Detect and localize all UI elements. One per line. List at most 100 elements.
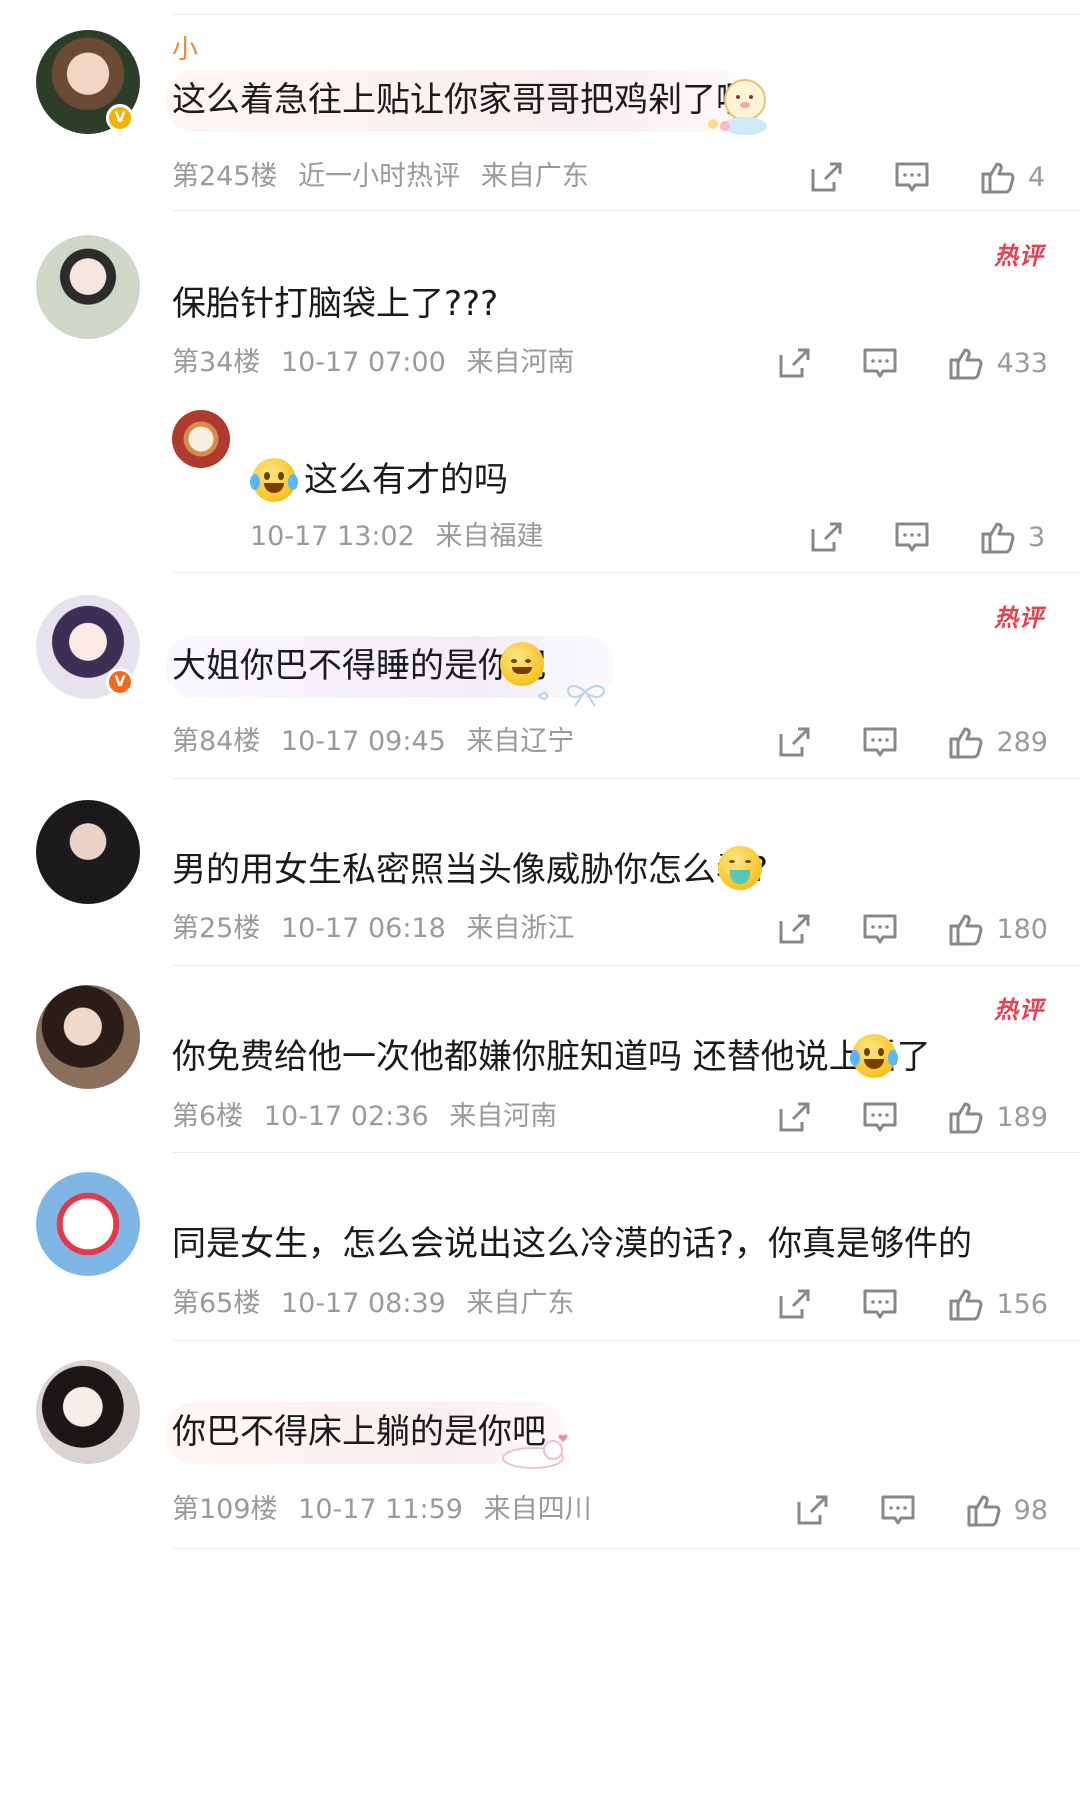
timestamp: 10-17 06:18: [280, 913, 446, 944]
comment-meta: 第6楼 10-17 02:36 来自河南: [172, 1100, 569, 1134]
comment-meta: 第245楼 近一小时热评 来自广东: [172, 160, 601, 194]
thumbs-up-icon: [949, 1102, 983, 1134]
vomit-emoji-icon: [718, 846, 762, 890]
location: 来自浙江: [466, 913, 575, 944]
thumbs-up-icon: [967, 1495, 1001, 1527]
floor-number: 第6楼: [172, 1101, 244, 1132]
floor-number: 第34楼: [172, 347, 261, 378]
share-button[interactable]: [774, 722, 814, 762]
thumbs-up-icon: [949, 1289, 983, 1321]
hot-label: 近一小时热评: [298, 161, 461, 192]
divider: [172, 210, 1080, 211]
share-icon: [779, 1289, 810, 1319]
comment-meta: 第84楼 10-17 09:45 来自辽宁: [172, 725, 586, 759]
thumbs-up-icon: [981, 162, 1015, 194]
floor-number: 第109楼: [172, 1494, 278, 1525]
comment-meta: 第25楼 10-17 06:18 来自浙江: [172, 912, 586, 946]
sleeping-cat-sticker-icon: [502, 1434, 568, 1469]
share-button[interactable]: [792, 1490, 832, 1530]
comment-actions: 4: [760, 157, 1048, 197]
thumbs-up-icon: [949, 727, 983, 759]
timestamp: 10-17 09:45: [280, 726, 446, 757]
divider: [172, 1152, 1080, 1153]
like-count: 156: [996, 1288, 1048, 1320]
share-icon: [779, 727, 810, 757]
comment-meta: 第109楼 10-17 11:59 来自四川: [172, 1493, 604, 1527]
comment-icon: [863, 727, 897, 757]
reply-button[interactable]: [860, 1097, 900, 1137]
like-count: 433: [996, 347, 1048, 379]
avatar[interactable]: [36, 1360, 140, 1464]
reply-button[interactable]: [892, 157, 932, 197]
share-icon: [797, 1495, 828, 1525]
share-button[interactable]: [774, 1284, 814, 1324]
like-button[interactable]: 433: [946, 343, 1048, 383]
comment-actions: 289: [728, 722, 1048, 762]
location: 来自四川: [483, 1494, 592, 1525]
reply-button[interactable]: [892, 517, 932, 557]
username[interactable]: 小: [172, 35, 198, 65]
timestamp: 10-17 07:00: [280, 347, 446, 378]
reply-button[interactable]: [860, 722, 900, 762]
floor-number: 第245楼: [172, 161, 278, 192]
reply-button[interactable]: [878, 1490, 918, 1530]
divider: [172, 1340, 1080, 1341]
floor-number: 第84楼: [172, 726, 261, 757]
share-icon: [779, 348, 810, 378]
like-count: 98: [1013, 1494, 1048, 1526]
reply-meta: 10-17 13:02 来自福建: [250, 520, 555, 554]
like-button[interactable]: 4: [978, 157, 1048, 197]
share-icon: [811, 162, 842, 192]
avatar[interactable]: [36, 985, 140, 1089]
like-button[interactable]: 98: [964, 1490, 1048, 1530]
like-count: 289: [996, 726, 1048, 758]
comment-actions: 189: [728, 1097, 1048, 1137]
like-button[interactable]: 3: [978, 517, 1048, 557]
comment-icon: [863, 348, 897, 378]
verified-badge-icon: V: [106, 668, 134, 696]
comment-icon: [895, 162, 929, 192]
reply-actions: 3: [760, 517, 1048, 557]
share-icon: [811, 522, 842, 552]
comment-actions: 433: [728, 343, 1048, 383]
divider: [172, 572, 1080, 573]
like-button[interactable]: 189: [946, 1097, 1048, 1137]
reply-avatar[interactable]: [172, 410, 230, 468]
comment-text: 同是女生，怎么会说出这么冷漠的话?，你真是够件的: [172, 1224, 973, 1264]
comment-text: 大姐你巴不得睡的是你吧: [172, 646, 546, 686]
comment-actions: 180: [728, 909, 1048, 949]
share-button[interactable]: [774, 343, 814, 383]
reply-button[interactable]: [860, 343, 900, 383]
share-button[interactable]: [806, 517, 846, 557]
share-button[interactable]: [806, 157, 846, 197]
floor-number: 第65楼: [172, 1288, 261, 1319]
thumbs-up-icon: [949, 348, 983, 380]
like-count: 3: [1028, 521, 1046, 553]
hot-comment-badge: 热评: [994, 996, 1044, 1024]
comment-text: 你巴不得床上躺的是你吧: [172, 1412, 546, 1452]
share-button[interactable]: [774, 909, 814, 949]
avatar[interactable]: [36, 235, 140, 339]
like-button[interactable]: 289: [946, 722, 1048, 762]
comment-icon: [881, 1495, 915, 1525]
avatar[interactable]: [36, 1172, 140, 1276]
comment-text: 男的用女生私密照当头像威胁你怎么看?: [172, 850, 769, 890]
share-button[interactable]: [774, 1097, 814, 1137]
laugh-cry-emoji-icon: [250, 458, 298, 502]
comment-icon: [863, 914, 897, 944]
like-button[interactable]: 156: [946, 1284, 1048, 1324]
like-button[interactable]: 180: [946, 909, 1048, 949]
hot-comment-badge: 热评: [994, 604, 1044, 632]
reply-button[interactable]: [860, 1284, 900, 1324]
hot-comment-badge: 热评: [994, 242, 1044, 270]
comment-icon: [895, 522, 929, 552]
location: 来自河南: [466, 347, 575, 378]
avatar[interactable]: [36, 800, 140, 904]
like-count: 180: [996, 913, 1048, 945]
location: 来自辽宁: [466, 726, 575, 757]
divider: [172, 14, 1080, 15]
reply-button[interactable]: [860, 909, 900, 949]
cat-sticker-icon: [708, 79, 767, 135]
comment-icon: [863, 1289, 897, 1319]
location: 来自广东: [480, 161, 589, 192]
